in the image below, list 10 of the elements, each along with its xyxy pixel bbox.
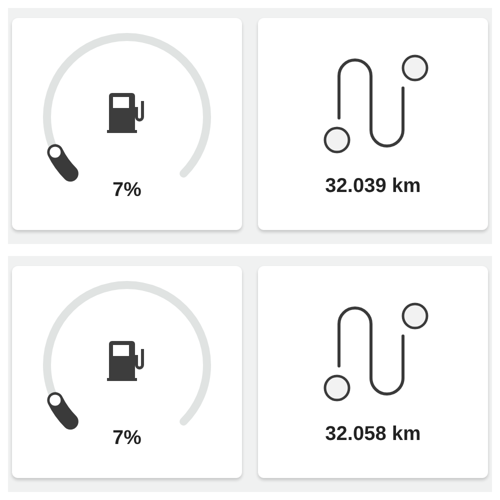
gauge-fill [47, 144, 78, 182]
fuel-percentage: 7% [112, 427, 142, 450]
route-icon [324, 302, 428, 402]
fuel-pump-icon [107, 341, 144, 381]
fuel-percentage: 7% [112, 179, 142, 202]
gauge-fill [47, 392, 78, 430]
fuel-pump-icon [107, 93, 144, 133]
route-icon [324, 54, 428, 154]
distance-value: 32.058 km [325, 423, 421, 446]
distance-value: 32.039 km [325, 175, 421, 198]
